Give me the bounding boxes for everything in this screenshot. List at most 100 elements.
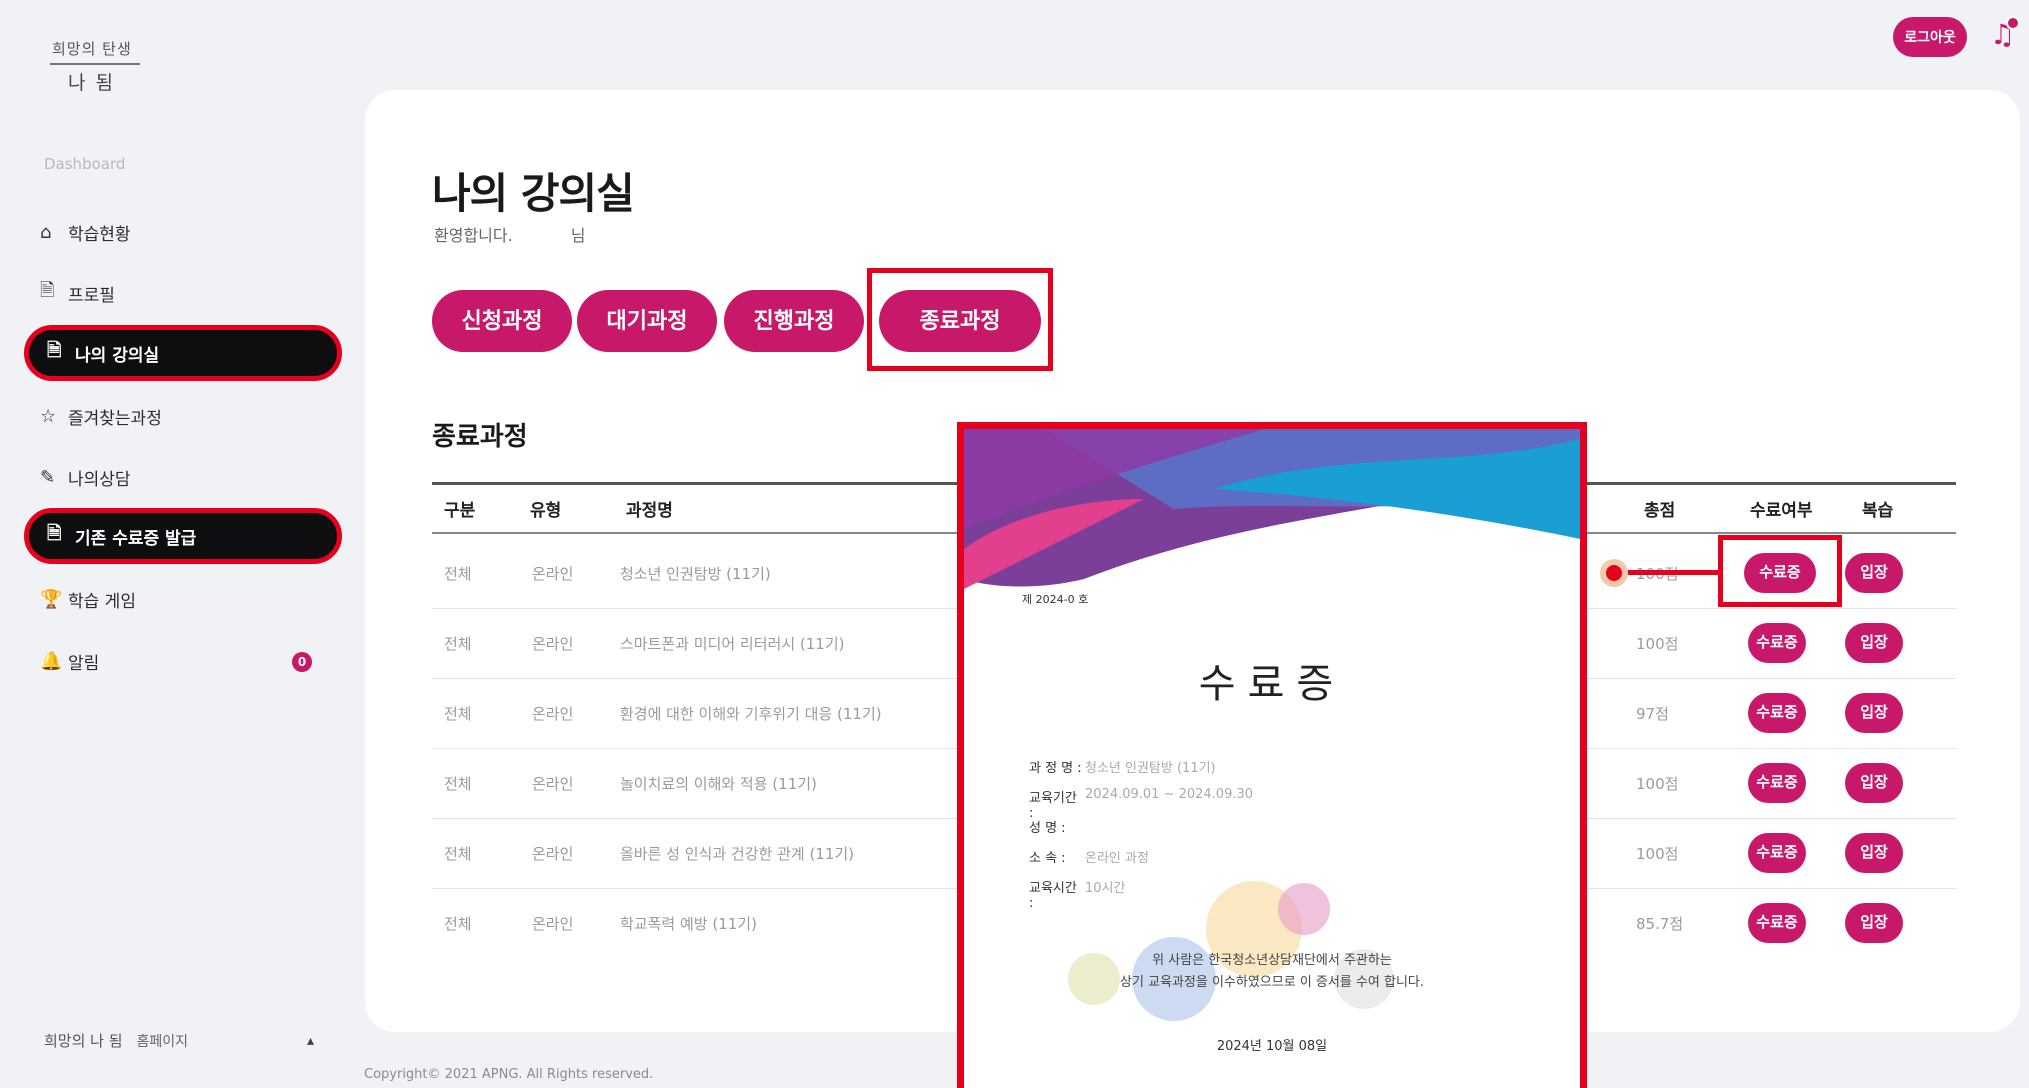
document-icon: 🗎 [47,340,62,361]
cell-course: 올바른 성 인식과 건강한 관계 (11기) [620,845,855,863]
col-header-course: 과정명 [626,501,673,521]
cell-type: 온라인 [532,775,574,793]
cell-score: 100점 [1636,775,1679,793]
col-header-category: 구분 [444,501,476,521]
welcome-text: 환영합니다. 님 [434,222,585,246]
tab-in-progress[interactable]: 진행과정 [724,290,864,352]
document-icon: 🗎 [40,280,55,301]
bell-icon: 🔔 [40,650,63,672]
cell-category: 전체 [444,915,472,933]
cell-type: 온라인 [532,915,574,933]
user-suffix: 님 [570,226,586,245]
sidebar-item-label: 알림 [68,653,100,674]
sidebar-section-label: Dashboard [44,155,126,173]
logo-bottom-text: 나 됨 [68,72,115,94]
cell-course: 청소년 인권탐방 (11기) [620,565,771,583]
sidebar-item-profile[interactable]: 🗎 프로필 [40,273,330,313]
copyright-text: Copyright© 2021 APNG. All Rights reserve… [364,1067,654,1082]
caret-up-icon: ▴ [306,1032,314,1049]
certificate-date: 2024년 10월 08일 [1216,1039,1328,1054]
certificate-button[interactable]: 수료증 [1748,693,1806,733]
sidebar-item-label: 프로필 [68,285,115,306]
cell-score: 85.7점 [1636,915,1684,933]
footer-mini-logo: 희망의 나 됨 [44,1032,123,1050]
sidebar-item-notifications[interactable]: 🔔 알림 [40,641,330,681]
logo-underline [50,63,140,65]
certificate-button[interactable]: 수료증 [1748,623,1806,663]
cell-course: 스마트폰과 미디어 리터러시 (11기) [620,635,845,653]
cell-category: 전체 [444,845,472,863]
notification-badge: 0 [292,652,312,672]
sidebar-item-counseling[interactable]: ✎ 나의상담 [40,457,330,497]
tab-waiting[interactable]: 대기과정 [577,290,717,352]
tab-applied[interactable]: 신청과정 [432,290,572,352]
field-label: 성 명 : [1029,821,1066,836]
cell-score: 100점 [1636,845,1679,863]
field-value: 청소년 인권탐방 (11기) [1085,761,1216,776]
cell-course: 환경에 대한 이해와 기후위기 대응 (11기) [620,705,882,723]
sidebar-item-label: 나의상담 [68,469,131,490]
sidebar-item-label: 나의 강의실 [75,345,160,366]
sidebar-item-favorites[interactable]: ☆ 즐겨찾는과정 [40,396,330,436]
logout-button[interactable]: 로그아웃 [1893,17,1967,57]
document-icon: 🗎 [47,523,62,544]
welcome-message: 환영합니다. [434,226,513,245]
review-enter-button[interactable]: 입장 [1845,833,1903,873]
cell-score: 100점 [1636,635,1679,653]
cell-course: 학교폭력 예방 (11기) [620,915,757,933]
sidebar-item-label: 즐겨찾는과정 [68,408,162,429]
certificate-highlight-box [1718,535,1842,607]
certificate-message-line1: 위 사람은 한국청소년상담재단에서 주관하는 [1152,953,1392,968]
sidebar-item-label: 학습 게임 [68,591,136,612]
certificate-field: 성 명 : [1029,817,1085,836]
certificate-field: 과 정 명 : 청소년 인권탐방 (11기) [1029,757,1216,776]
certificate-message-line2: 상기 교육과정을 이수하였으므로 이 증서를 수여 합니다. [1119,975,1424,990]
field-value: 2024.09.01 ~ 2024.09.30 [1085,787,1254,802]
footer-homepage-label: 홈페이지 [136,1033,189,1050]
certificate-number: 제 2024-0 호 [1022,593,1089,606]
field-label: 과 정 명 : [1029,761,1082,776]
cell-category: 전체 [444,705,472,723]
review-enter-button[interactable]: 입장 [1845,553,1903,593]
tab-highlight-box [867,268,1053,371]
cell-category: 전체 [444,775,472,793]
cell-category: 전체 [444,635,472,653]
certificate-bubbles-decoration [1068,881,1394,1021]
cell-course: 놀이치료의 이해와 적용 (11기) [620,775,817,793]
sidebar-item-my-classroom[interactable]: 🗎 나의 강의실 [24,325,342,381]
sidebar-footer[interactable]: 희망의 나 됨 홈페이지 ▴ [44,1030,314,1051]
home-icon: ⌂ [40,221,52,243]
sidebar-item-certificate-issue[interactable]: 🗎 기존 수료증 발급 [24,508,342,564]
certificate-preview: 제 2024-0 호 수료증 과 정 명 : 청소년 인권탐방 (11기) 교육… [957,422,1587,1088]
cell-type: 온라인 [532,565,574,583]
section-title: 종료과정 [432,422,528,452]
sidebar-item-learning-game[interactable]: 🏆 학습 게임 [40,579,330,619]
brand-logo[interactable]: 희망의 탄생 나 됨 [46,28,156,98]
certificate-field: 교육기간 : 2024.09.01 ~ 2024.09.30 [1029,787,1253,821]
pointer-dot [1600,559,1628,587]
certificate-button[interactable]: 수료증 [1748,833,1806,873]
certificate-wave-decoration [964,429,1580,589]
certificate-button[interactable]: 수료증 [1748,903,1806,943]
review-enter-button[interactable]: 입장 [1845,693,1903,733]
trophy-icon: 🏆 [40,588,63,610]
review-enter-button[interactable]: 입장 [1845,763,1903,803]
cell-score: 97점 [1636,705,1669,723]
cell-type: 온라인 [532,705,574,723]
review-enter-button[interactable]: 입장 [1845,623,1903,663]
sidebar-item-label: 기존 수료증 발급 [75,528,197,549]
sidebar-item-label: 학습현황 [68,224,131,245]
cell-category: 전체 [444,565,472,583]
cell-type: 온라인 [532,845,574,863]
review-enter-button[interactable]: 입장 [1845,903,1903,943]
notification-dot [2006,16,2020,30]
pencil-icon: ✎ [40,466,56,488]
col-header-review: 복습 [1862,501,1894,521]
sidebar-item-learning-status[interactable]: ⌂ 학습현황 [40,212,330,252]
col-header-score: 총점 [1644,501,1676,521]
pointer-line [1612,570,1720,575]
cell-type: 온라인 [532,635,574,653]
page-title: 나의 강의실 [432,169,635,218]
col-header-type: 유형 [530,501,562,521]
certificate-button[interactable]: 수료증 [1748,763,1806,803]
